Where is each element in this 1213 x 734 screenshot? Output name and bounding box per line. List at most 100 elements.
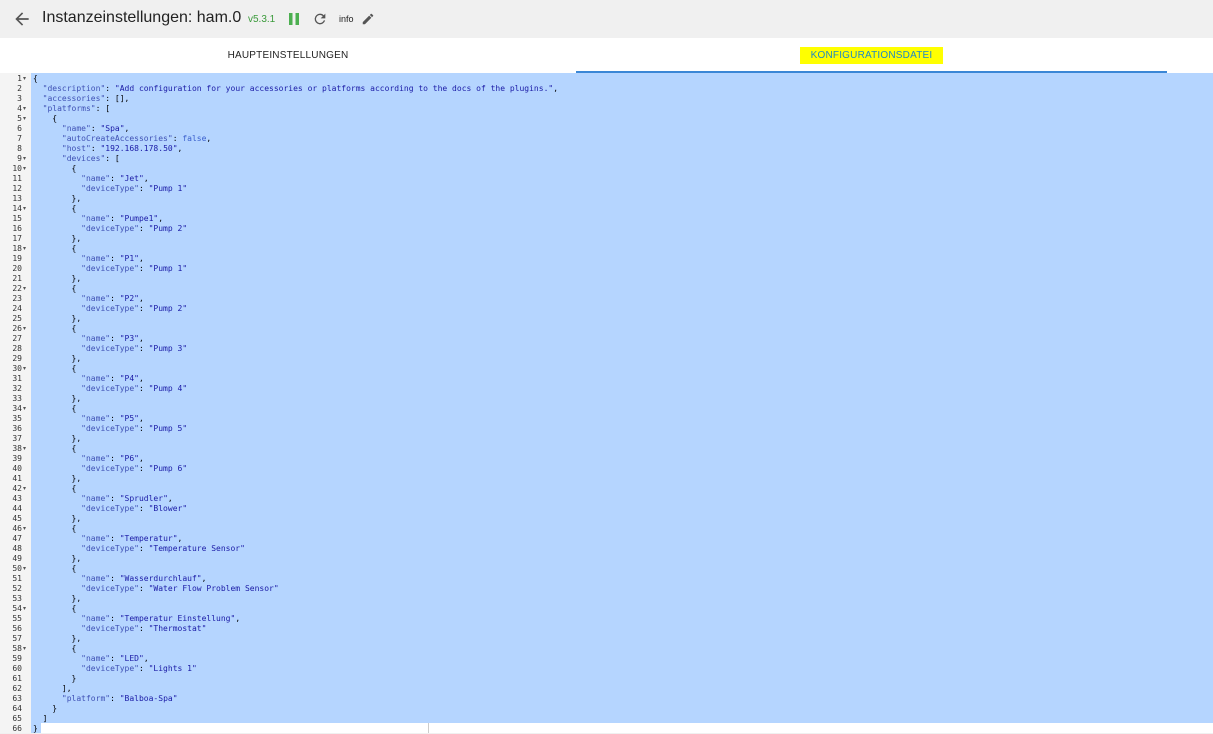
fold-toggle-icon[interactable]: ▾ bbox=[23, 564, 26, 574]
tab-config-file[interactable]: KONFIGURATIONSDATEI bbox=[576, 38, 1167, 73]
fold-toggle-icon[interactable]: ▾ bbox=[23, 644, 26, 654]
code-line: "deviceType": "Thermostat" bbox=[81, 624, 207, 633]
json-editor[interactable]: 1 ▾ 2 3 4 ▾ 5 ▾ 6 7 8 9 ▾ 10 ▾ 11 12 13 14 ▾ 15 16 17 18 ▾ 19 20 21… bbox=[0, 73, 1213, 733]
line-number: 10 bbox=[12, 164, 22, 173]
tab-main-settings[interactable]: HAUPTEINSTELLUNGEN bbox=[0, 38, 576, 73]
code-line: "name": "P6", bbox=[81, 454, 144, 463]
line-number: 31 bbox=[12, 374, 22, 383]
code-line: ] bbox=[33, 714, 48, 723]
fold-toggle-icon[interactable]: ▾ bbox=[23, 404, 26, 414]
code-line: "platforms": [ bbox=[42, 104, 111, 113]
line-number: 26 bbox=[12, 324, 22, 333]
line-number: 53 bbox=[12, 594, 22, 603]
fold-toggle-icon[interactable]: ▾ bbox=[23, 604, 26, 614]
code-line: { bbox=[33, 444, 77, 453]
code-line: { bbox=[33, 524, 77, 533]
code-line: { bbox=[33, 284, 77, 293]
line-number: 28 bbox=[12, 344, 22, 353]
line-number: 12 bbox=[12, 184, 22, 193]
tab-bar: HAUPTEINSTELLUNGEN KONFIGURATIONSDATEI bbox=[0, 38, 1213, 73]
line-number: 29 bbox=[12, 354, 22, 363]
code-line: }, bbox=[33, 474, 82, 483]
reload-icon[interactable] bbox=[312, 10, 328, 28]
line-number: 24 bbox=[12, 304, 22, 313]
code-line: "deviceType": "Pump 2" bbox=[81, 304, 188, 313]
line-number: 59 bbox=[12, 654, 22, 663]
code-line: }, bbox=[33, 234, 82, 243]
code-line: "name": "P5", bbox=[81, 414, 144, 423]
line-number: 58 bbox=[12, 644, 22, 653]
code-line: "name": "P3", bbox=[81, 334, 144, 343]
fold-toggle-icon[interactable]: ▾ bbox=[23, 524, 26, 534]
tab-main-settings-label: HAUPTEINSTELLUNGEN bbox=[227, 50, 349, 61]
arrow-left-icon[interactable] bbox=[12, 9, 32, 29]
code-line: { bbox=[33, 74, 38, 83]
line-number: 23 bbox=[12, 294, 22, 303]
line-number: 46 bbox=[12, 524, 22, 533]
line-number: 43 bbox=[12, 494, 22, 503]
code-line: "devices": [ bbox=[61, 154, 120, 163]
line-number: 42 bbox=[12, 484, 22, 493]
code-line: "deviceType": "Pump 6" bbox=[81, 464, 188, 473]
code-line: "deviceType": "Temperature Sensor" bbox=[81, 544, 245, 553]
fold-toggle-icon[interactable]: ▾ bbox=[23, 104, 26, 114]
line-number: 38 bbox=[12, 444, 22, 453]
line-number: 51 bbox=[12, 574, 22, 583]
fold-toggle-icon[interactable]: ▾ bbox=[23, 74, 26, 84]
code-line: }, bbox=[33, 194, 82, 203]
code-line: { bbox=[33, 204, 77, 213]
code-line: { bbox=[33, 364, 77, 373]
line-number: 47 bbox=[12, 534, 22, 543]
fold-toggle-icon[interactable]: ▾ bbox=[23, 204, 26, 214]
code-line: }, bbox=[33, 354, 82, 363]
line-number-gutter: 1 ▾ 2 3 4 ▾ 5 ▾ 6 7 8 9 ▾ 10 ▾ 11 12 13 14 ▾ 15 16 17 18 ▾ 19 20 21… bbox=[0, 73, 31, 733]
fold-toggle-icon[interactable]: ▾ bbox=[23, 164, 26, 174]
line-number: 17 bbox=[12, 234, 22, 243]
line-number: 57 bbox=[12, 634, 22, 643]
pencil-icon[interactable] bbox=[361, 12, 375, 26]
code-line: "description": "Add configuration for yo… bbox=[42, 84, 559, 93]
line-number: 27 bbox=[12, 334, 22, 343]
code-line: { bbox=[33, 564, 77, 573]
pause-icon[interactable] bbox=[287, 11, 301, 27]
code-line: "name": "P2", bbox=[81, 294, 144, 303]
code-line: "deviceType": "Pump 5" bbox=[81, 424, 188, 433]
code-line: { bbox=[33, 604, 77, 613]
line-number: 64 bbox=[12, 704, 22, 713]
line-number: 40 bbox=[12, 464, 22, 473]
code-line: "name": "Temperatur", bbox=[81, 534, 183, 543]
tab-config-file-label: KONFIGURATIONSDATEI bbox=[799, 47, 944, 64]
fold-toggle-icon[interactable]: ▾ bbox=[23, 364, 26, 374]
fold-toggle-icon[interactable]: ▾ bbox=[23, 484, 26, 494]
code-line: "name": "P4", bbox=[81, 374, 144, 383]
line-number: 56 bbox=[12, 624, 22, 633]
code-area[interactable]: { "description": "Add configuration for … bbox=[33, 74, 558, 734]
line-number: 21 bbox=[12, 274, 22, 283]
line-number: 52 bbox=[12, 584, 22, 593]
line-number: 50 bbox=[12, 564, 22, 573]
line-number: 19 bbox=[12, 254, 22, 263]
fold-toggle-icon[interactable]: ▾ bbox=[23, 284, 26, 294]
info-link[interactable]: info bbox=[339, 14, 354, 24]
fold-toggle-icon[interactable]: ▾ bbox=[23, 114, 26, 124]
code-line: { bbox=[33, 114, 58, 123]
code-line: { bbox=[33, 324, 77, 333]
code-line: "name": "Pumpe1", bbox=[81, 214, 164, 223]
fold-toggle-icon[interactable]: ▾ bbox=[23, 444, 26, 454]
line-number: 37 bbox=[12, 434, 22, 443]
code-line: "host": "192.168.178.50", bbox=[61, 144, 183, 153]
fold-toggle-icon[interactable]: ▾ bbox=[23, 324, 26, 334]
code-line: }, bbox=[33, 434, 82, 443]
fold-toggle-icon[interactable]: ▾ bbox=[23, 154, 26, 164]
line-number: 25 bbox=[12, 314, 22, 323]
fold-toggle-icon[interactable]: ▾ bbox=[23, 244, 26, 254]
line-number: 13 bbox=[12, 194, 22, 203]
line-number: 2 bbox=[17, 84, 22, 93]
code-line: } bbox=[33, 674, 77, 683]
header-bar: Instanzeinstellungen: ham.0 v5.3.1 info bbox=[0, 0, 1213, 38]
code-line: "name": "Wasserdurchlauf", bbox=[81, 574, 207, 583]
line-number: 55 bbox=[12, 614, 22, 623]
line-number: 39 bbox=[12, 454, 22, 463]
line-number: 22 bbox=[12, 284, 22, 293]
line-number: 9 bbox=[17, 154, 22, 163]
